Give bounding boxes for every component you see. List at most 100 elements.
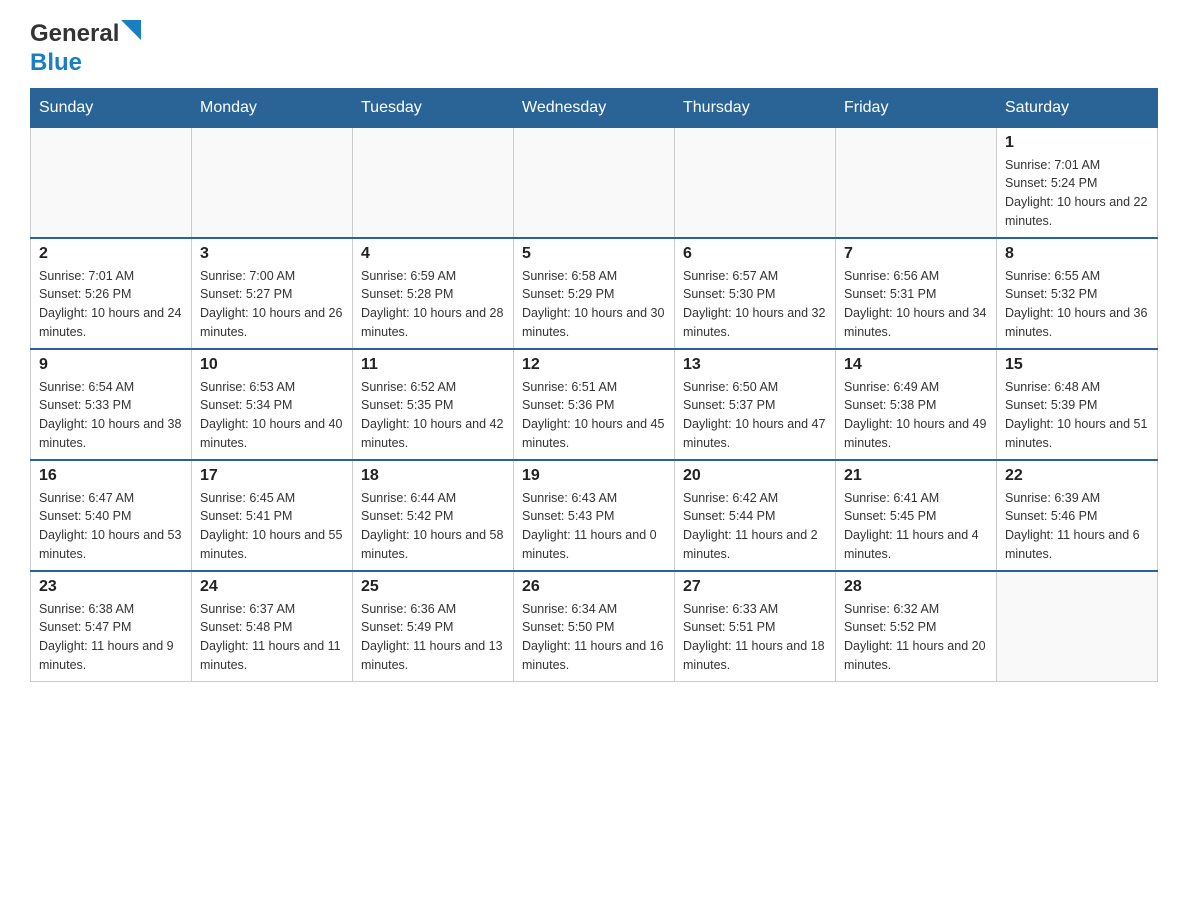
day-number: 26	[522, 578, 666, 596]
calendar-cell: 20 Sunrise: 6:42 AMSunset: 5:44 PMDayligh…	[675, 460, 836, 571]
logo-blue-text: Blue	[30, 49, 82, 76]
calendar-week-row: 9Sunrise: 6:54 AMSunset: 5:33 PMDaylight…	[31, 349, 1158, 460]
day-number: 9	[39, 356, 183, 374]
day-number: 8	[1005, 245, 1149, 263]
day-info: Sunrise: 6:44 AMSunset: 5:42 PMDaylight:…	[361, 489, 505, 564]
day-info: Sunrise: 6:55 AMSunset: 5:32 PMDaylight:…	[1005, 267, 1149, 342]
calendar-cell: 15Sunrise: 6:48 AMSunset: 5:39 PMDayligh…	[997, 349, 1158, 460]
day-number: 22	[1005, 467, 1149, 485]
day-info: Sunrise: 6:41 AMSunset: 5:45 PMDaylight:…	[844, 489, 988, 564]
day-number: 21	[844, 467, 988, 485]
calendar-week-row: 1Sunrise: 7:01 AMSunset: 5:24 PMDaylight…	[31, 127, 1158, 238]
calendar-cell: 18 Sunrise: 6:44 AMSunset: 5:42 PMDayligh…	[353, 460, 514, 571]
day-info: Sunrise: 6:42 AMSunset: 5:44 PMDaylight:…	[683, 489, 827, 564]
calendar-cell: 10 Sunrise: 6:53 AMSunset: 5:34 PMDayligh…	[192, 349, 353, 460]
day-info: Sunrise: 6:37 AMSunset: 5:48 PMDaylight:…	[200, 600, 344, 675]
day-number: 15	[1005, 356, 1149, 374]
day-number: 19	[522, 467, 666, 485]
day-number: 27	[683, 578, 827, 596]
day-number: 1	[1005, 134, 1149, 152]
day-info: Sunrise: 6:57 AMSunset: 5:30 PMDaylight:…	[683, 267, 827, 342]
calendar-cell	[353, 127, 514, 238]
weekday-header-sunday: Sunday	[31, 88, 192, 127]
day-info: Sunrise: 6:53 AMSunset: 5:34 PMDaylight:…	[200, 378, 344, 453]
calendar-cell: 17 Sunrise: 6:45 AMSunset: 5:41 PMDayligh…	[192, 460, 353, 571]
day-number: 17	[200, 467, 344, 485]
calendar-cell: 4 Sunrise: 6:59 AMSunset: 5:28 PMDaylight…	[353, 238, 514, 349]
day-number: 14	[844, 356, 988, 374]
day-info: Sunrise: 6:59 AMSunset: 5:28 PMDaylight:…	[361, 267, 505, 342]
calendar-week-row: 16 Sunrise: 6:47 AMSunset: 5:40 PMDayligh…	[31, 460, 1158, 571]
day-info: Sunrise: 6:56 AMSunset: 5:31 PMDaylight:…	[844, 267, 988, 342]
calendar-week-row: 2Sunrise: 7:01 AMSunset: 5:26 PMDaylight…	[31, 238, 1158, 349]
calendar-cell: 22 Sunrise: 6:39 AMSunset: 5:46 PMDayligh…	[997, 460, 1158, 571]
day-number: 13	[683, 356, 827, 374]
calendar-cell	[836, 127, 997, 238]
calendar-cell: 28 Sunrise: 6:32 AMSunset: 5:52 PMDayligh…	[836, 571, 997, 682]
day-info: Sunrise: 6:36 AMSunset: 5:49 PMDaylight:…	[361, 600, 505, 675]
calendar-cell: 3 Sunrise: 7:00 AMSunset: 5:27 PMDaylight…	[192, 238, 353, 349]
day-info: Sunrise: 7:00 AMSunset: 5:27 PMDaylight:…	[200, 267, 344, 342]
page-header: General Blue	[30, 20, 1158, 78]
day-number: 11	[361, 356, 505, 374]
day-info: Sunrise: 6:39 AMSunset: 5:46 PMDaylight:…	[1005, 489, 1149, 564]
day-info: Sunrise: 6:33 AMSunset: 5:51 PMDaylight:…	[683, 600, 827, 675]
day-info: Sunrise: 6:52 AMSunset: 5:35 PMDaylight:…	[361, 378, 505, 453]
day-number: 7	[844, 245, 988, 263]
weekday-header-row: SundayMondayTuesdayWednesdayThursdayFrid…	[31, 88, 1158, 127]
calendar-cell: 9Sunrise: 6:54 AMSunset: 5:33 PMDaylight…	[31, 349, 192, 460]
logo-container: General Blue	[30, 20, 141, 78]
calendar-header: SundayMondayTuesdayWednesdayThursdayFrid…	[31, 88, 1158, 127]
day-number: 23	[39, 578, 183, 596]
day-number: 16	[39, 467, 183, 485]
day-number: 20	[683, 467, 827, 485]
day-info: Sunrise: 6:34 AMSunset: 5:50 PMDaylight:…	[522, 600, 666, 675]
calendar-cell: 2Sunrise: 7:01 AMSunset: 5:26 PMDaylight…	[31, 238, 192, 349]
logo-arrow-icon	[121, 20, 141, 40]
calendar-cell: 25 Sunrise: 6:36 AMSunset: 5:49 PMDayligh…	[353, 571, 514, 682]
calendar-cell: 7 Sunrise: 6:56 AMSunset: 5:31 PMDaylight…	[836, 238, 997, 349]
calendar-cell	[192, 127, 353, 238]
calendar-cell: 21 Sunrise: 6:41 AMSunset: 5:45 PMDayligh…	[836, 460, 997, 571]
calendar-cell: 8 Sunrise: 6:55 AMSunset: 5:32 PMDaylight…	[997, 238, 1158, 349]
day-number: 4	[361, 245, 505, 263]
day-number: 5	[522, 245, 666, 263]
day-number: 28	[844, 578, 988, 596]
calendar-cell	[997, 571, 1158, 682]
day-info: Sunrise: 6:50 AMSunset: 5:37 PMDaylight:…	[683, 378, 827, 453]
day-info: Sunrise: 6:38 AMSunset: 5:47 PMDaylight:…	[39, 600, 183, 675]
weekday-header-thursday: Thursday	[675, 88, 836, 127]
day-info: Sunrise: 6:49 AMSunset: 5:38 PMDaylight:…	[844, 378, 988, 453]
logo-general-text: General	[30, 20, 119, 49]
day-number: 25	[361, 578, 505, 596]
day-info: Sunrise: 6:32 AMSunset: 5:52 PMDaylight:…	[844, 600, 988, 675]
weekday-header-wednesday: Wednesday	[514, 88, 675, 127]
day-info: Sunrise: 6:58 AMSunset: 5:29 PMDaylight:…	[522, 267, 666, 342]
calendar-cell	[514, 127, 675, 238]
calendar-cell: 5 Sunrise: 6:58 AMSunset: 5:29 PMDaylight…	[514, 238, 675, 349]
day-number: 12	[522, 356, 666, 374]
calendar-week-row: 23 Sunrise: 6:38 AMSunset: 5:47 PMDayligh…	[31, 571, 1158, 682]
logo: General Blue	[30, 20, 141, 78]
day-number: 24	[200, 578, 344, 596]
calendar-cell: 12 Sunrise: 6:51 AMSunset: 5:36 PMDayligh…	[514, 349, 675, 460]
day-number: 3	[200, 245, 344, 263]
day-number: 2	[39, 245, 183, 263]
day-info: Sunrise: 6:45 AMSunset: 5:41 PMDaylight:…	[200, 489, 344, 564]
weekday-header-friday: Friday	[836, 88, 997, 127]
weekday-header-saturday: Saturday	[997, 88, 1158, 127]
weekday-header-monday: Monday	[192, 88, 353, 127]
day-number: 18	[361, 467, 505, 485]
calendar-cell: 24 Sunrise: 6:37 AMSunset: 5:48 PMDayligh…	[192, 571, 353, 682]
day-info: Sunrise: 6:51 AMSunset: 5:36 PMDaylight:…	[522, 378, 666, 453]
calendar-cell: 6 Sunrise: 6:57 AMSunset: 5:30 PMDaylight…	[675, 238, 836, 349]
calendar-cell: 16 Sunrise: 6:47 AMSunset: 5:40 PMDayligh…	[31, 460, 192, 571]
day-number: 6	[683, 245, 827, 263]
day-info: Sunrise: 6:47 AMSunset: 5:40 PMDaylight:…	[39, 489, 183, 564]
calendar-cell: 27 Sunrise: 6:33 AMSunset: 5:51 PMDayligh…	[675, 571, 836, 682]
calendar-cell: 26 Sunrise: 6:34 AMSunset: 5:50 PMDayligh…	[514, 571, 675, 682]
calendar-cell: 14 Sunrise: 6:49 AMSunset: 5:38 PMDayligh…	[836, 349, 997, 460]
calendar-cell: 11 Sunrise: 6:52 AMSunset: 5:35 PMDayligh…	[353, 349, 514, 460]
day-info: Sunrise: 6:43 AMSunset: 5:43 PMDaylight:…	[522, 489, 666, 564]
day-number: 10	[200, 356, 344, 374]
